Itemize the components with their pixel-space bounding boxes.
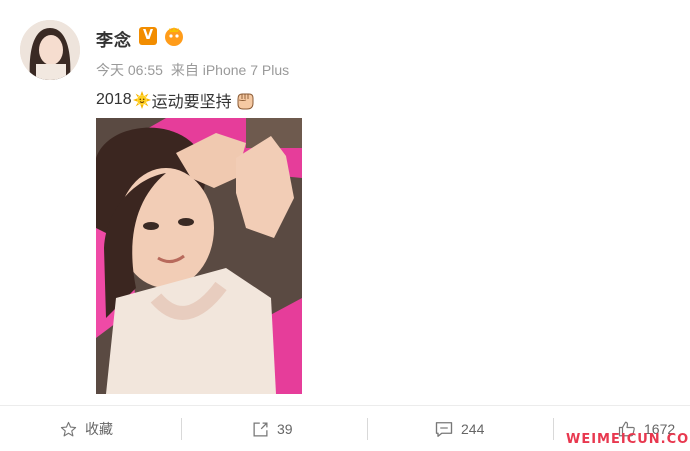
repost-button[interactable]: 39 [252,406,293,451]
favorite-button[interactable]: 收藏 [60,406,113,451]
divider [181,418,182,440]
comment-icon [435,421,453,437]
repost-count: 39 [277,421,293,437]
post-meta: 今天 06:55 来自 iPhone 7 Plus [96,60,293,80]
favorite-label: 收藏 [85,421,113,437]
post-time[interactable]: 今天 06:55 [96,62,163,78]
comment-count: 244 [461,421,485,437]
post-text: 2018 运动要坚持 [96,88,256,112]
star-icon [60,421,77,436]
repost-icon [253,421,268,437]
post-photo[interactable] [96,118,302,394]
sun-emoji-icon [132,91,151,109]
comment-button[interactable]: 244 [435,406,484,451]
divider [553,418,554,440]
avatar[interactable] [20,20,80,80]
post-text-main: 运动要坚持 [151,94,232,111]
verified-badge-icon: V [139,27,157,45]
username[interactable]: 李念 [96,26,132,51]
fist-emoji-icon [237,93,254,110]
post-text-prefix: 2018 [96,91,132,108]
watermark: WEIMEICUN.COM [566,432,690,447]
divider [367,418,368,440]
post-source: 来自 iPhone 7 Plus [170,62,290,78]
member-crown-icon [165,27,183,46]
